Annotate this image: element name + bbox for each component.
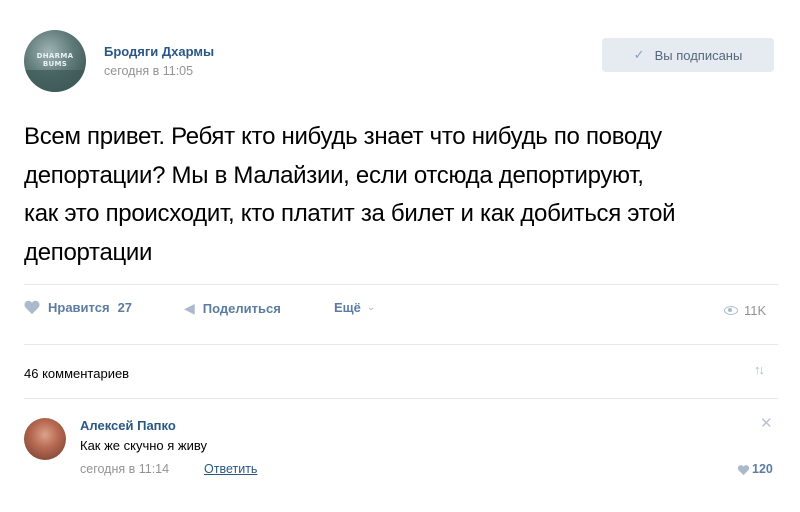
subscribed-button[interactable]: ✓ Вы подписаны	[602, 38, 774, 72]
comment-text: Как же скучно я живу	[80, 438, 207, 453]
comment-author-link[interactable]: Алексей Папко	[80, 418, 176, 433]
more-label: Ещё	[334, 300, 361, 315]
comment-timestamp[interactable]: сегодня в 11:14	[80, 462, 169, 476]
views-count: 11K	[744, 303, 767, 318]
megaphone-icon: ◀	[184, 300, 195, 316]
divider	[24, 284, 778, 285]
sort-icon[interactable]: ↑↓	[754, 362, 765, 377]
avatar[interactable]	[24, 418, 66, 460]
reply-link[interactable]: Ответить	[204, 462, 257, 476]
post-text-line: как это происходит, кто платит за билет …	[24, 200, 676, 227]
share-label: Поделиться	[202, 301, 281, 316]
eye-icon	[724, 306, 738, 315]
avatar-logo-text: DHARMA BUMS	[36, 52, 74, 68]
check-icon: ✓	[633, 47, 645, 62]
like-count: 27	[117, 300, 133, 315]
heart-icon	[24, 301, 40, 315]
post-text-line: депортации	[24, 238, 153, 266]
post-text-line: Всем привет. Ребят кто нибудь знает что …	[24, 123, 662, 150]
views-counter: 11K	[724, 303, 766, 318]
heart-icon	[738, 465, 747, 473]
group-name-link[interactable]: Бродяги Дхармы	[104, 44, 214, 59]
post-card: DHARMA BUMS Бродяги Дхармы сегодня в 11:…	[0, 0, 800, 512]
subscribed-label: Вы подписаны	[654, 47, 743, 63]
post-timestamp[interactable]: сегодня в 11:05	[104, 64, 193, 78]
divider	[24, 398, 778, 399]
more-button[interactable]: Ещё ⌄	[334, 300, 375, 315]
like-button[interactable]: Нравится 27	[24, 300, 132, 315]
share-button[interactable]: ◀ Поделиться	[184, 300, 281, 317]
close-icon[interactable]: ✕	[760, 414, 773, 432]
divider	[24, 344, 778, 345]
comments-count: 46 комментариев	[24, 366, 130, 381]
post-text-line: депортации? Мы в Малайзии, если отсюда д…	[24, 161, 644, 189]
avatar-mountain-shape	[24, 70, 86, 92]
like-label: Нравится	[48, 300, 110, 315]
comment-like-button[interactable]: 120	[736, 462, 773, 476]
comment-like-count: 120	[752, 462, 773, 476]
chevron-down-icon: ⌄	[366, 302, 376, 313]
post-text: Всем привет. Ребят кто нибудь знает что …	[24, 118, 784, 272]
group-avatar[interactable]: DHARMA BUMS	[24, 30, 86, 92]
